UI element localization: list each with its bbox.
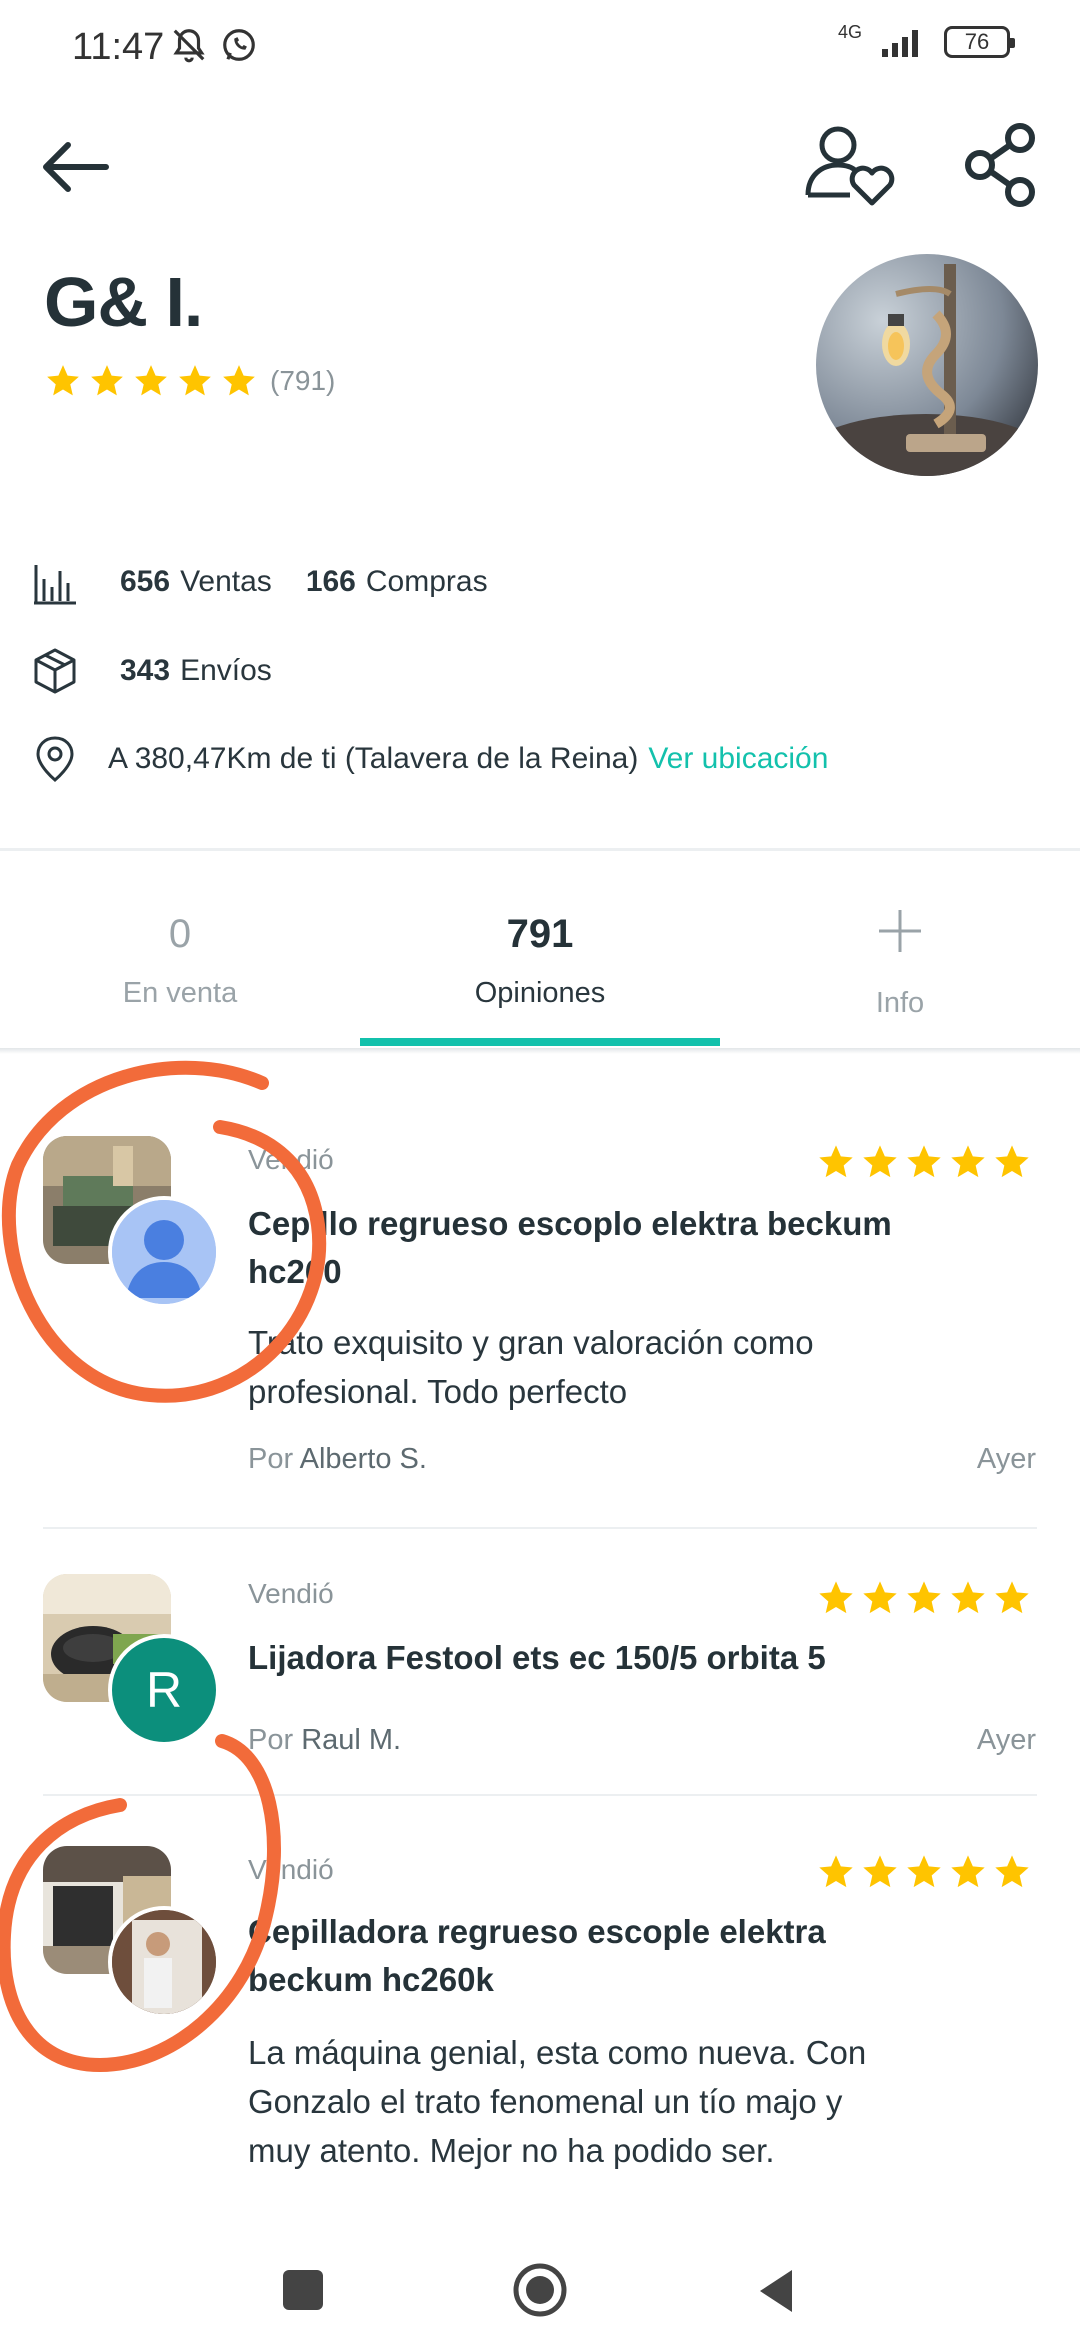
- stats-location: A 380,47Km de ti (Talavera de la Reina) …: [30, 734, 828, 784]
- review-text: La máquina genial, esta como nueva. Con …: [248, 2034, 867, 2169]
- lamp-photo: [816, 254, 1038, 476]
- review-type: Vendió: [248, 1144, 334, 1175]
- avatar: R: [108, 1634, 220, 1746]
- active-tab-indicator: [360, 1038, 720, 1046]
- tab-en-venta-count: 0: [168, 912, 192, 956]
- review-date: Ayer: [976, 1724, 1036, 1756]
- star-icon: [907, 1145, 941, 1178]
- review-stars: [816, 1578, 1032, 1618]
- review-text: Trato exquisito y gran valoración como p…: [248, 1324, 814, 1410]
- battery-icon: 76: [944, 26, 1015, 58]
- box-icon: [34, 648, 76, 694]
- plus-icon: [879, 910, 921, 952]
- star-icon: [951, 1145, 985, 1178]
- tab-en-venta-label: En venta: [122, 977, 238, 1009]
- profile-rating: (791): [44, 362, 335, 400]
- tab-en-venta[interactable]: 0 En venta: [0, 852, 360, 1048]
- section-divider: [0, 848, 1080, 851]
- star-icon: [995, 1855, 1029, 1888]
- battery-level: 76: [964, 29, 990, 54]
- home-button[interactable]: [510, 2260, 570, 2320]
- tab-opiniones-count: 791: [506, 912, 574, 956]
- tab-opiniones[interactable]: 791 Opiniones: [360, 852, 720, 1048]
- top-bar: [0, 110, 1080, 230]
- recents-button[interactable]: [283, 2270, 323, 2310]
- star-icon: [907, 1581, 941, 1614]
- back-arrow-icon[interactable]: [36, 132, 116, 202]
- favorite-user-icon[interactable]: [800, 115, 900, 215]
- purchases-label: Compras: [365, 565, 488, 598]
- profile-tabs: 0 En venta 791 Opiniones Info: [0, 852, 1080, 1052]
- star-icon: [995, 1145, 1029, 1178]
- system-nav-bar: [0, 2230, 1080, 2340]
- location-pin-icon: [36, 736, 74, 782]
- avatar: [108, 1906, 220, 2018]
- sales-count: 656: [120, 565, 171, 598]
- whatsapp-icon: [223, 29, 255, 61]
- location-text: A 380,47Km de ti (Talavera de la Reina): [108, 742, 639, 775]
- profile-avatar[interactable]: [816, 254, 1038, 476]
- avatar-initial: R: [145, 1662, 183, 1718]
- network-type: 4G: [837, 21, 862, 42]
- star-icon: [47, 365, 79, 396]
- star-icon: [135, 365, 167, 396]
- review-item-title: Cepilladora regrueso escople elektra bec…: [248, 1913, 826, 1998]
- nav-back-button[interactable]: [752, 2266, 802, 2316]
- stats-shipments: 343 Envíos: [30, 646, 272, 696]
- profile-name: G& I.: [44, 263, 203, 341]
- star-icon: [863, 1581, 897, 1614]
- sales-label: Ventas: [180, 565, 272, 598]
- avatar: [108, 1196, 220, 1308]
- shipments-label: Envíos: [180, 654, 272, 687]
- review-author-name[interactable]: Raul M.: [301, 1724, 401, 1756]
- view-location-link[interactable]: Ver ubicación: [648, 742, 828, 776]
- rating-stars: [44, 362, 258, 400]
- star-icon: [91, 365, 123, 396]
- share-icon[interactable]: [962, 120, 1042, 210]
- bar-chart-icon: [34, 565, 76, 605]
- review-date: Ayer: [976, 1443, 1036, 1475]
- star-icon: [863, 1855, 897, 1888]
- star-icon: [951, 1855, 985, 1888]
- star-icon: [995, 1581, 1029, 1614]
- star-icon: [819, 1581, 853, 1614]
- default-user-icon: [112, 1200, 216, 1304]
- stats-sales-purchases: 656 Ventas 166 Compras: [30, 557, 488, 607]
- review-type: Vendió: [248, 1854, 334, 1885]
- star-icon: [863, 1145, 897, 1178]
- review-item-title: Cepillo regrueso escoplo elektra beckum …: [248, 1205, 892, 1290]
- review-stars: [816, 1852, 1032, 1892]
- tab-info-label: Info: [875, 987, 925, 1019]
- star-icon: [179, 365, 211, 396]
- shipments-count: 343: [120, 654, 171, 687]
- mute-bell-icon: [173, 29, 205, 63]
- status-bar: 11:47 4G 76: [0, 0, 1080, 100]
- review-divider: [43, 1794, 1037, 1796]
- star-icon: [907, 1855, 941, 1888]
- rating-count: (791): [270, 365, 336, 396]
- star-icon: [223, 365, 255, 396]
- star-icon: [819, 1145, 853, 1178]
- review-type: Vendió: [248, 1578, 334, 1609]
- star-icon: [951, 1581, 985, 1614]
- review-stars: [816, 1142, 1032, 1182]
- review-author: Por Alberto S.: [248, 1443, 427, 1475]
- review-item-title: Lijadora Festool ets ec 150/5 orbita 5: [248, 1639, 826, 1676]
- review-divider: [43, 1527, 1037, 1529]
- status-time: 11:47: [72, 26, 165, 68]
- star-icon: [819, 1855, 853, 1888]
- review-author-name[interactable]: Alberto S.: [300, 1443, 427, 1475]
- tab-info[interactable]: Info: [720, 852, 1080, 1048]
- tab-opiniones-label: Opiniones: [474, 977, 606, 1009]
- user-photo: [112, 1910, 216, 2014]
- purchases-count: 166: [305, 565, 356, 598]
- review-author: Por Raul M.: [248, 1724, 402, 1756]
- signal-icon: [882, 30, 918, 57]
